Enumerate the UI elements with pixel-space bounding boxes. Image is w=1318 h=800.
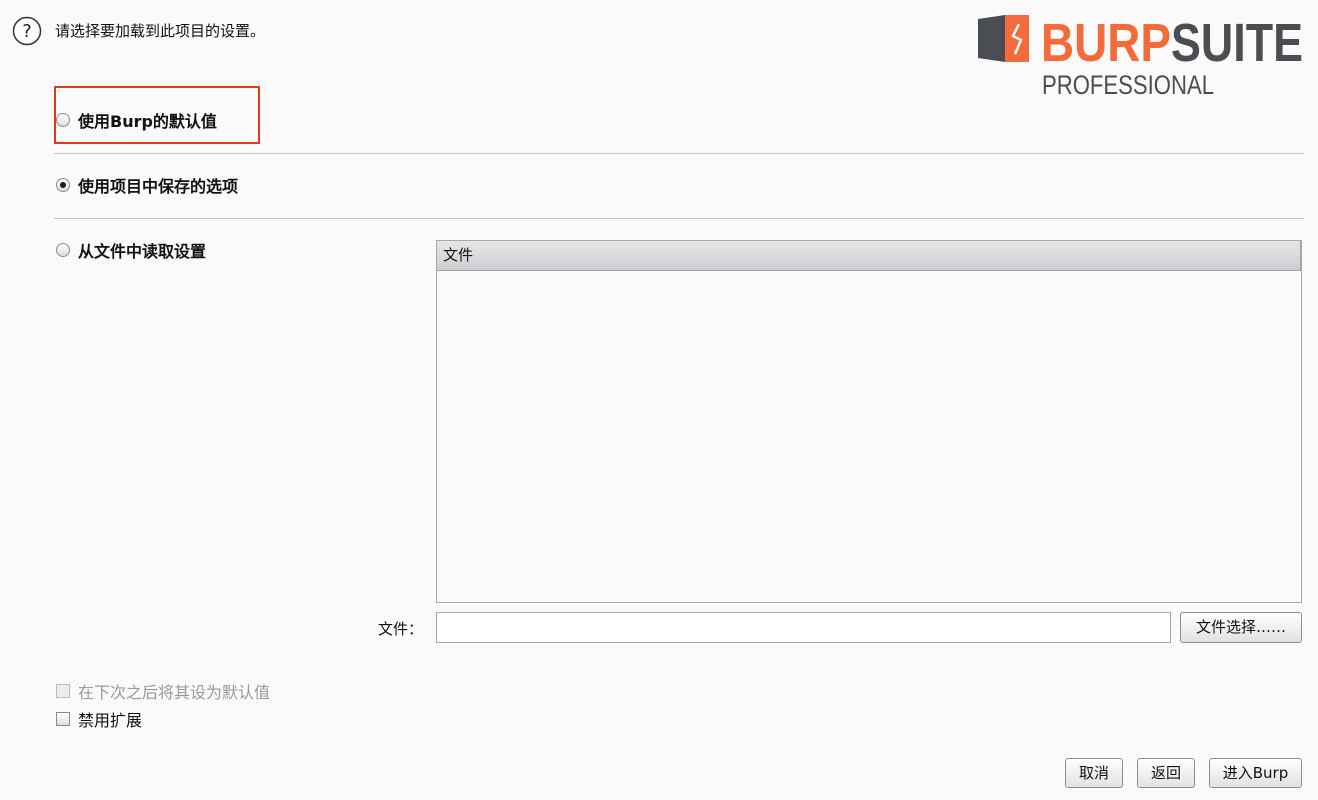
checkbox-label: 禁用扩展 <box>78 711 143 730</box>
divider <box>54 218 1304 219</box>
table-header: 文件 <box>437 241 1301 271</box>
radio-button[interactable] <box>56 113 70 127</box>
radio-use-project-saved[interactable]: 使用项目中保存的选项 <box>56 173 238 197</box>
logo-edition: PROFESSIONAL <box>1042 70 1214 98</box>
file-field-label: 文件： <box>378 620 424 638</box>
radio-use-defaults[interactable]: 使用Burp的默认值 <box>56 108 217 132</box>
svg-text:?: ? <box>22 21 32 42</box>
cancel-button[interactable]: 取消 <box>1065 758 1123 788</box>
file-table[interactable]: 文件 <box>436 240 1302 603</box>
page-prompt: 请选择要加载到此项目的设置。 <box>55 22 266 40</box>
radio-label: 从文件中读取设置 <box>78 242 207 261</box>
radio-button-selected[interactable] <box>56 178 70 192</box>
logo-brand-burp: BURP <box>1041 14 1171 73</box>
question-mark-circle-icon[interactable]: ? <box>12 16 42 46</box>
back-button[interactable]: 返回 <box>1137 758 1195 788</box>
browse-file-button[interactable]: 文件选择…… <box>1180 612 1302 643</box>
checkbox[interactable] <box>56 712 70 726</box>
checkbox-disable-extensions[interactable]: 禁用扩展 <box>56 708 142 730</box>
radio-label: 使用Burp的默认值 <box>78 112 217 131</box>
checkbox <box>56 684 70 698</box>
start-burp-button[interactable]: 进入Burp <box>1209 758 1302 788</box>
divider <box>54 153 1304 154</box>
logo-brand-suite: SUITE <box>1171 14 1303 73</box>
radio-load-from-file[interactable]: 从文件中读取设置 <box>56 238 206 262</box>
burpsuite-logo: BURP SUITE PROFESSIONAL <box>975 13 1307 100</box>
file-path-input[interactable] <box>436 612 1171 643</box>
checkbox-make-default: 在下次之后将其设为默认值 <box>56 680 270 702</box>
column-header-file[interactable]: 文件 <box>437 241 1301 270</box>
radio-button[interactable] <box>56 243 70 257</box>
radio-label: 使用项目中保存的选项 <box>78 177 239 196</box>
checkbox-label: 在下次之后将其设为默认值 <box>78 683 271 702</box>
